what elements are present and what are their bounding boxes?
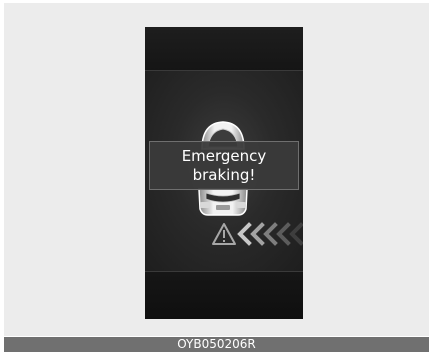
emergency-braking-message: Emergency braking! <box>149 141 299 190</box>
message-line-2: braking! <box>192 166 256 184</box>
approach-chevrons-icon <box>237 222 303 246</box>
figure-frame: Emergency braking! <box>4 3 429 336</box>
figure-caption: OYB050206R <box>4 337 429 352</box>
display-top-bar <box>145 27 303 70</box>
display-bottom-bar <box>145 272 303 319</box>
cluster-display: Emergency braking! <box>145 27 303 319</box>
approach-warning-indicator <box>212 222 303 246</box>
message-line-1: Emergency <box>181 147 267 165</box>
warning-triangle-icon <box>212 223 236 245</box>
